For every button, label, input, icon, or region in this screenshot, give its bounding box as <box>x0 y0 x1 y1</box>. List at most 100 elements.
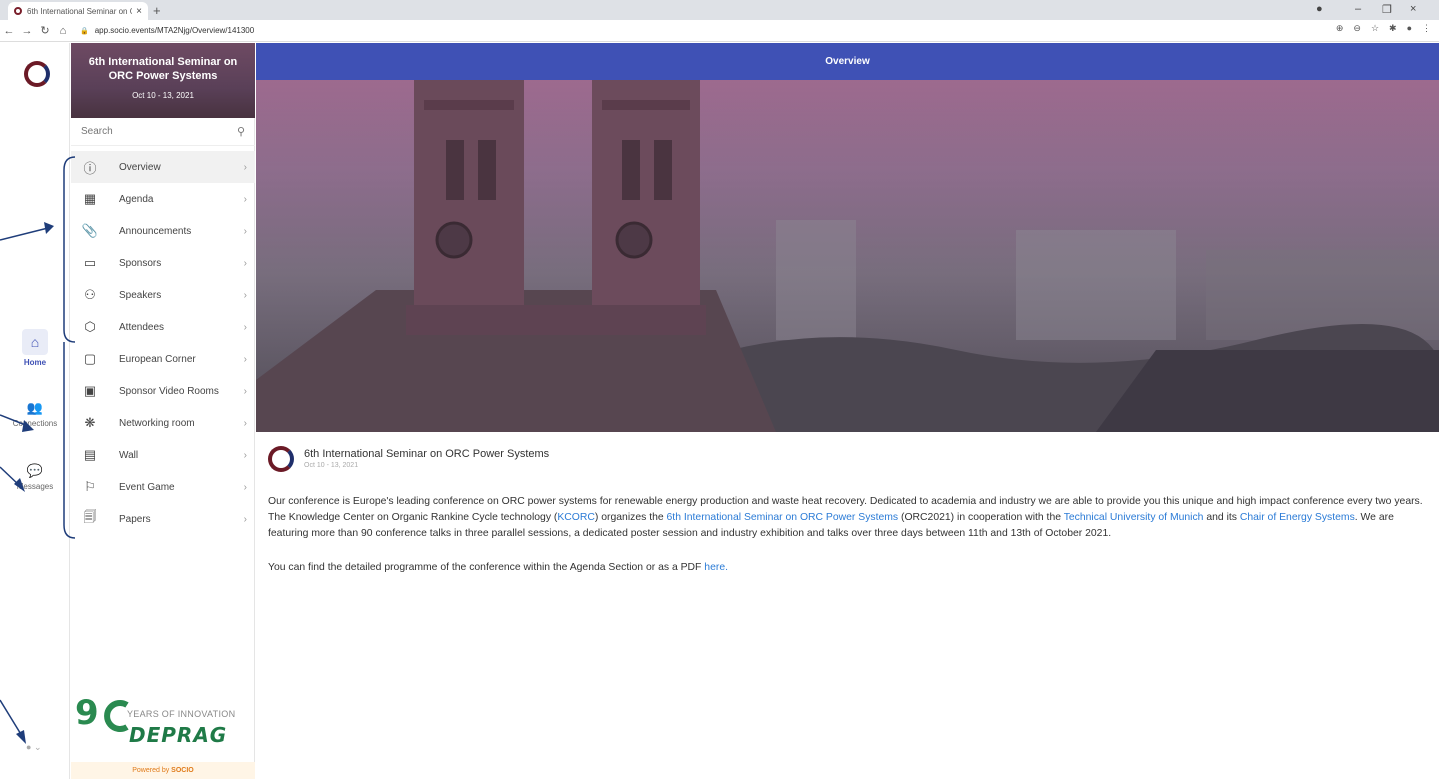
browser-tabstrip: 6th International Seminar on ORC × + ● –… <box>0 0 1439 20</box>
rail-messages-label: Messages <box>16 482 54 491</box>
profile-icon[interactable]: ● <box>1316 3 1323 15</box>
page-title: Overview <box>256 43 1439 80</box>
user-menu[interactable]: ● ⌄ <box>26 742 42 753</box>
menu-item-label: Event Game <box>119 481 175 493</box>
people-icon: 👥 <box>26 400 44 415</box>
chevron-right-icon: › <box>243 193 247 205</box>
menu-item-networking-room[interactable]: ❋ Networking room › <box>71 407 255 439</box>
deprag-name: DEPRAG <box>129 723 228 747</box>
minimize-icon[interactable]: – <box>1355 3 1361 15</box>
search-bar: ⚲ <box>71 118 255 146</box>
chat-icon: 💬 <box>26 463 44 478</box>
pdf-here-link[interactable]: here. <box>704 562 728 573</box>
podium-icon: ⚇ <box>84 287 96 302</box>
event-banner: 6th International Seminar on ORC Power S… <box>71 43 255 118</box>
calendar-icon: ▦ <box>83 191 97 206</box>
menu-item-event-game[interactable]: ⚐ Event Game › <box>71 471 255 503</box>
new-tab-icon[interactable]: + <box>153 3 161 18</box>
address-bar: ← → ↻ ⌂ 🔒 app.socio.events/MTA2Njg/Overv… <box>0 20 1439 42</box>
menu-item-label: European Corner <box>119 353 196 365</box>
install-icon[interactable]: ⊕ <box>1336 23 1344 34</box>
menu-item-attendees[interactable]: ⬡ Attendees › <box>71 311 255 343</box>
programme-note: You can find the detailed programme of t… <box>268 562 1428 573</box>
event-header: 6th International Seminar on ORC Power S… <box>268 444 868 474</box>
desc-text: (ORC2021) in cooperation with the <box>898 511 1064 523</box>
tab-close-icon[interactable]: × <box>136 6 142 17</box>
reload-icon[interactable]: ↻ <box>36 24 54 37</box>
chevron-right-icon: › <box>243 225 247 237</box>
window-close-icon[interactable]: × <box>1410 3 1416 15</box>
home-icon[interactable]: ⌂ <box>54 25 72 37</box>
menu-item-label: Networking room <box>119 417 195 429</box>
event-menu: ⓘ Overview › ▦ Agenda › 📎 Announcements … <box>71 151 255 535</box>
menu-item-wall[interactable]: ▤ Wall › <box>71 439 255 471</box>
desc-text: and its <box>1203 511 1240 523</box>
seminar-link[interactable]: 6th International Seminar on ORC Power S… <box>667 512 899 523</box>
chevron-right-icon: › <box>243 449 247 461</box>
kcorc-link[interactable]: KCORC <box>557 512 595 523</box>
menu-item-overview[interactable]: ⓘ Overview › <box>71 151 255 183</box>
chevron-right-icon: › <box>243 321 247 333</box>
tab-title: 6th International Seminar on ORC <box>27 6 132 16</box>
powered-by-label: Powered by <box>132 767 170 774</box>
address-bar-icons: ⊕ ⊖ ☆ ✱ ● ⋮ <box>1336 23 1431 34</box>
socio-logo[interactable] <box>24 61 50 87</box>
menu-item-speakers[interactable]: ⚇ Speakers › <box>71 279 255 311</box>
menu-item-announcements[interactable]: 📎 Announcements › <box>71 215 255 247</box>
event-logo <box>268 446 294 472</box>
chair-link[interactable]: Chair of Energy Systems <box>1240 512 1355 523</box>
papers-icon: 🗐 <box>83 509 97 524</box>
rail-connections[interactable]: 👥 Connections <box>0 400 70 428</box>
menu-dots-icon[interactable]: ⋮ <box>1422 23 1431 34</box>
star-icon[interactable]: ☆ <box>1371 23 1379 34</box>
handshake-icon: ⬡ <box>84 319 96 334</box>
menu-item-label: Announcements <box>119 225 192 237</box>
rail-home[interactable]: ⌂ Home <box>0 329 70 367</box>
menu-item-sponsors[interactable]: ▭ Sponsors › <box>71 247 255 279</box>
left-rail: ⌂ Home 👥 Connections 💬 Messages ● ⌄ <box>0 43 70 779</box>
rail-messages[interactable]: 💬 Messages <box>0 463 70 491</box>
menu-item-label: Papers <box>119 513 151 525</box>
menu-item-papers[interactable]: 🗐 Papers › <box>71 503 255 535</box>
tum-link[interactable]: Technical University of Munich <box>1064 512 1204 523</box>
search-icon[interactable]: ⚲ <box>237 125 245 138</box>
url-field[interactable]: 🔒 app.socio.events/MTA2Njg/Overview/1413… <box>80 22 254 40</box>
socio-favicon-icon <box>14 7 22 15</box>
extensions-icon[interactable]: ✱ <box>1389 23 1397 34</box>
cathedral-illustration <box>256 80 1439 432</box>
chevron-right-icon: › <box>243 353 247 365</box>
chevron-right-icon: › <box>243 289 247 301</box>
menu-item-european-corner[interactable]: ▢ European Corner › <box>71 343 255 375</box>
info-icon: ⓘ <box>83 160 97 176</box>
paperclip-icon: 📎 <box>81 223 99 238</box>
banner-event-date: Oct 10 - 13, 2021 <box>132 91 194 100</box>
chevron-down-icon: ⌄ <box>33 742 42 752</box>
home-icon: ⌂ <box>22 329 48 355</box>
restore-icon[interactable]: ❐ <box>1382 3 1392 16</box>
desc-text: ) organizes the <box>594 511 667 523</box>
url-text: app.socio.events/MTA2Njg/Overview/141300 <box>94 26 255 35</box>
zoom-icon[interactable]: ⊖ <box>1353 23 1361 34</box>
forward-icon[interactable]: → <box>18 25 36 37</box>
menu-item-label: Wall <box>119 449 139 461</box>
wall-icon: ▤ <box>83 447 97 462</box>
search-input[interactable] <box>81 126 237 137</box>
menu-item-sponsor-video-rooms[interactable]: ▣ Sponsor Video Rooms › <box>71 375 255 407</box>
game-icon: ⚐ <box>84 479 96 494</box>
menu-item-label: Sponsors <box>119 257 162 269</box>
socio-brand: SOCIO <box>171 767 194 774</box>
deprag-number: 9 <box>75 693 99 733</box>
browser-tab[interactable]: 6th International Seminar on ORC × <box>8 2 148 20</box>
menu-item-agenda[interactable]: ▦ Agenda › <box>71 183 255 215</box>
powered-by-socio[interactable]: Powered by SOCIO <box>71 762 255 779</box>
hero-image-munich-frauenkirche <box>256 80 1439 432</box>
user-avatar-icon: ● <box>26 742 32 752</box>
network-icon: ❋ <box>84 415 96 430</box>
screen-icon: ▢ <box>83 351 97 366</box>
deprag-sponsor-logo[interactable]: 9 YEARS OF INNOVATION DEPRAG <box>71 693 255 753</box>
menu-item-label: Sponsor Video Rooms <box>119 385 219 397</box>
account-icon[interactable]: ● <box>1407 23 1412 34</box>
video-room-icon: ▣ <box>83 383 97 398</box>
desc-text: You can find the detailed programme of t… <box>268 562 705 573</box>
back-icon[interactable]: ← <box>0 25 18 37</box>
